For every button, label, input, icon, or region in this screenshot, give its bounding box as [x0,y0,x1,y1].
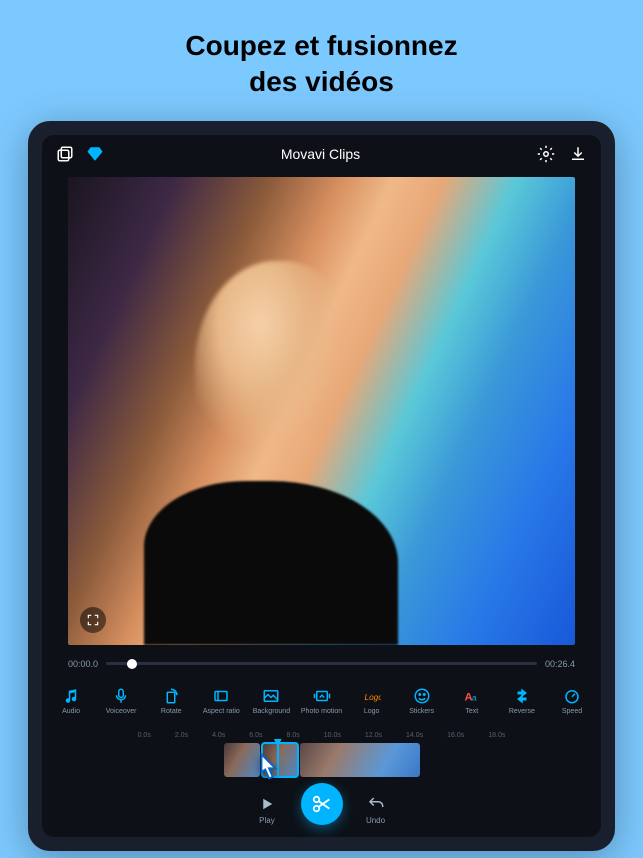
time-end: 00:26.4 [545,659,575,669]
promo-heading: Coupez et fusionnez des vidéos [0,0,643,121]
topbar: Movavi Clips [42,135,601,173]
tool-photo-motion[interactable]: Photo motion [296,683,346,718]
timeline-scrubber[interactable]: 00:00.0 00:26.4 [42,653,601,675]
tool-voiceover[interactable]: Voiceover [96,683,146,718]
logo-icon: Logo [362,687,382,705]
microphone-icon [111,687,131,705]
scrubber-handle[interactable] [127,659,137,669]
tool-audio[interactable]: Audio [46,683,96,718]
cut-button[interactable] [301,783,343,825]
settings-gear-icon[interactable] [537,145,555,163]
svg-text:Logo: Logo [364,692,381,701]
background-icon [261,687,281,705]
device-frame: Movavi Clips 00:00.0 00:26.4 Audio Voice… [28,121,615,851]
stickers-icon [412,687,432,705]
scrubber-track[interactable] [106,662,537,665]
undo-icon [367,795,385,813]
clips-timeline[interactable]: 0.0s2.0s4.0s6.0s8.0s10.0s12.0s14.0s16.0s… [42,726,601,781]
tool-text[interactable]: AaText [447,683,497,718]
play-button[interactable]: Play [258,795,276,825]
tool-speed[interactable]: Speed [547,683,597,718]
speed-icon [562,687,582,705]
fullscreen-button[interactable] [80,607,106,633]
tool-row: Audio Voiceover Rotate Aspect ratio Back… [42,675,601,726]
tool-background[interactable]: Background [246,683,296,718]
tool-logo[interactable]: LogoLogo [347,683,397,718]
video-preview[interactable] [68,177,575,645]
photo-motion-icon [312,687,332,705]
clip-thumb[interactable] [300,743,420,777]
undo-button[interactable]: Undo [366,795,385,825]
tool-reverse[interactable]: Reverse [497,683,547,718]
svg-text:a: a [472,693,477,702]
scissors-icon [311,793,333,815]
tool-rotate[interactable]: Rotate [146,683,196,718]
aspect-ratio-icon [211,687,231,705]
reverse-icon [512,687,532,705]
tutorial-pointer-icon [254,752,284,788]
time-ruler: 0.0s2.0s4.0s6.0s8.0s10.0s12.0s14.0s16.0s… [42,732,601,741]
play-icon [258,795,276,813]
app-title: Movavi Clips [116,146,525,162]
tool-aspect-ratio[interactable]: Aspect ratio [196,683,246,718]
time-start: 00:00.0 [68,659,98,669]
app-screen: Movavi Clips 00:00.0 00:26.4 Audio Voice… [42,135,601,837]
text-icon: Aa [462,687,482,705]
bottom-controls: Play Undo [42,781,601,837]
premium-diamond-icon[interactable] [86,145,104,163]
audio-icon [61,687,81,705]
projects-icon[interactable] [56,145,74,163]
tool-stickers[interactable]: Stickers [397,683,447,718]
export-download-icon[interactable] [569,145,587,163]
rotate-icon [161,687,181,705]
